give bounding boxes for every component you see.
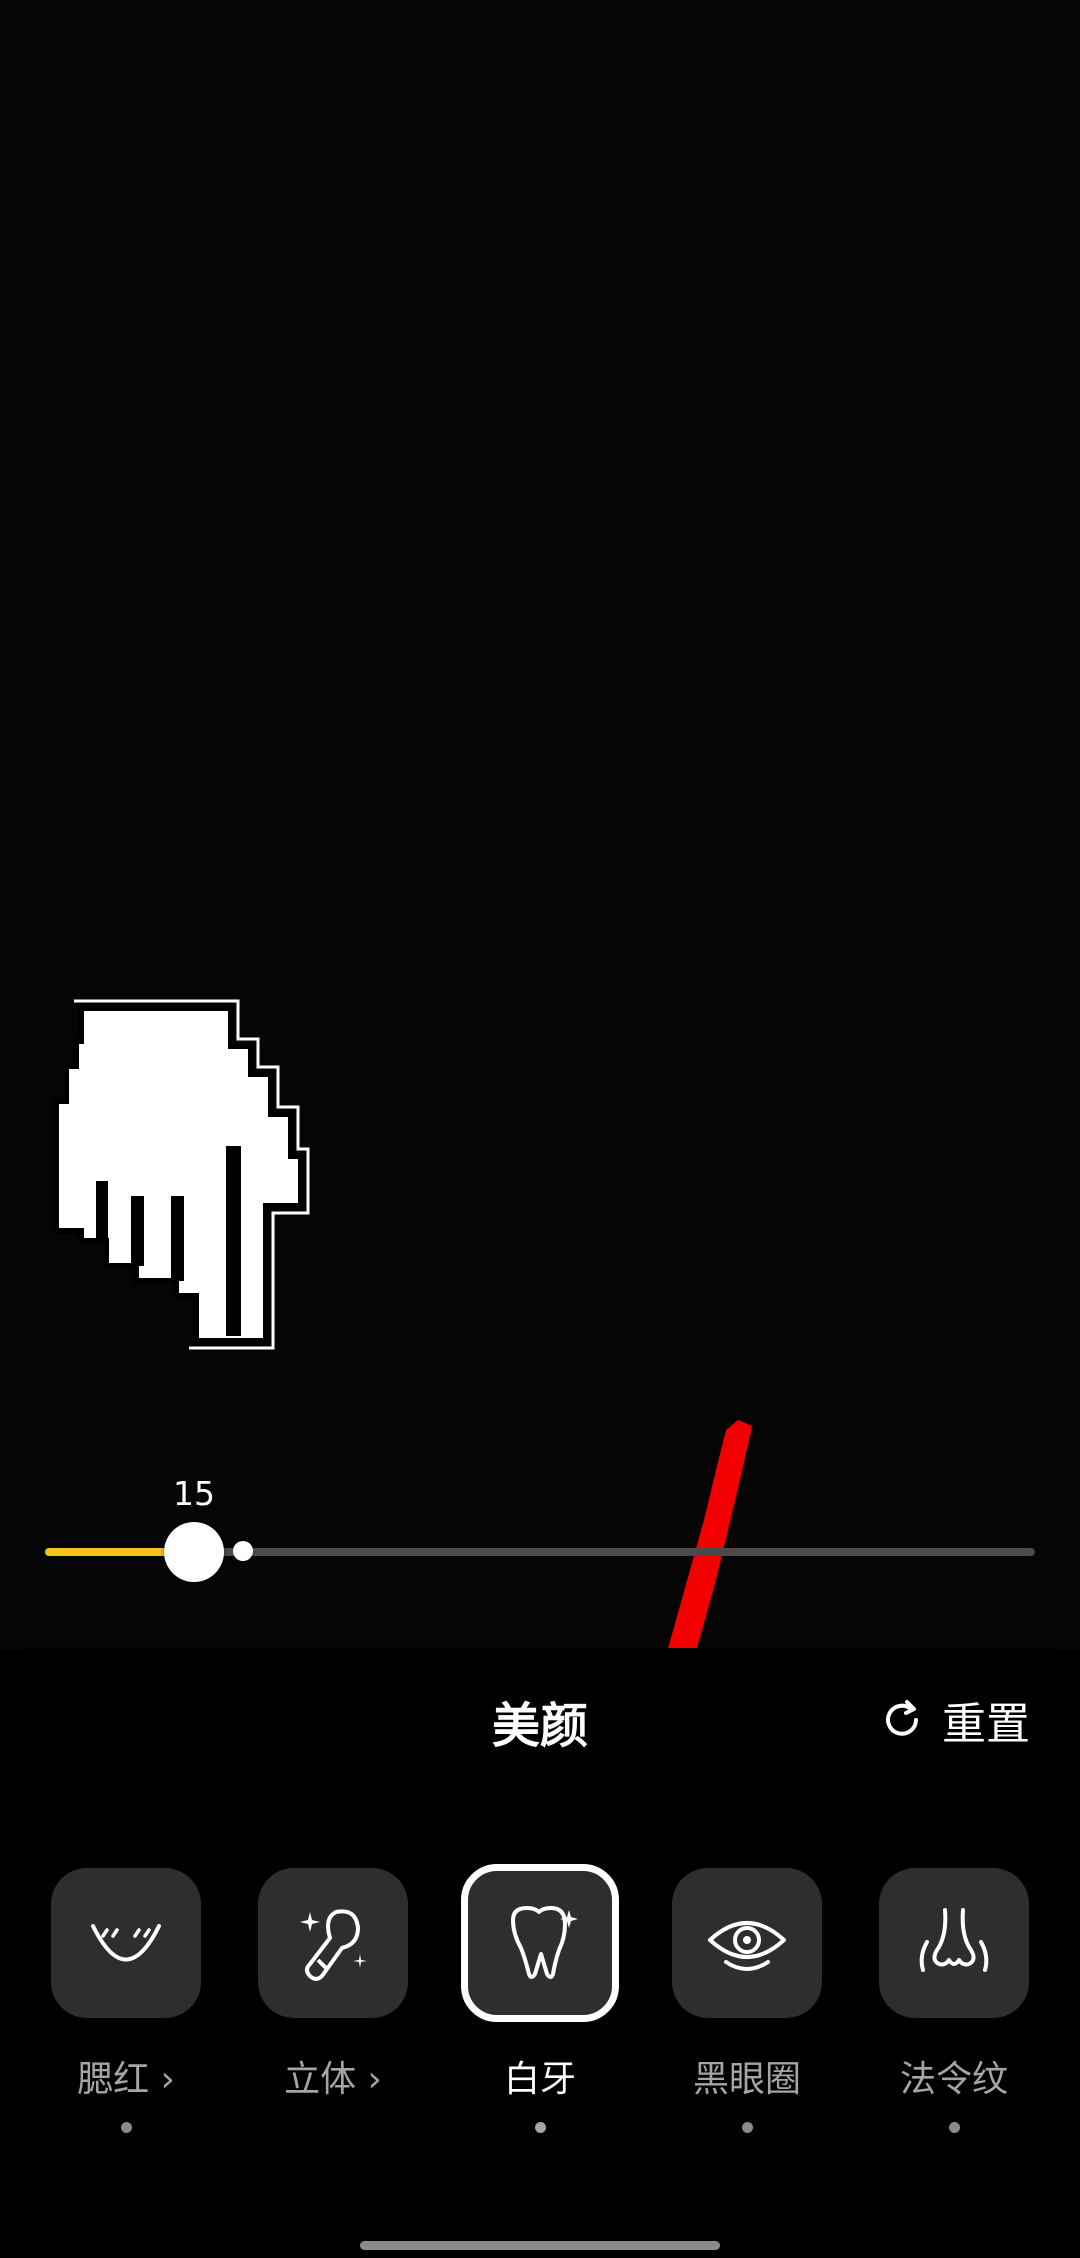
option-indicator-dot (534, 2122, 546, 2133)
tooth-sparkle-icon (511, 1906, 578, 1979)
option-teeth-whitening[interactable]: 白牙 (440, 1864, 640, 2133)
option-tile[interactable] (51, 1868, 201, 2018)
contour-brush-icon (300, 1909, 367, 1981)
slider-default-marker (233, 1541, 253, 1561)
option-tile[interactable] (258, 1868, 408, 2018)
option-indicator-dot (741, 2122, 753, 2133)
beauty-panel: 美颜 重置 腮红 › 立体 › 白牙 黑眼圈 法令纹 (0, 1648, 1080, 2258)
slider-value-label: 15 (173, 1474, 215, 1513)
nose-lines-icon (919, 1908, 989, 1972)
reset-label: 重置 (942, 1699, 1030, 1750)
eye-icon (708, 1921, 786, 1971)
option-label: 白牙 (503, 2059, 576, 2100)
home-indicator[interactable] (360, 2241, 720, 2250)
option-tile[interactable] (461, 1864, 619, 2022)
option-indicator-dot (120, 2122, 132, 2133)
slider-thumb[interactable] (164, 1522, 224, 1582)
option-nasolabial-folds[interactable]: 法令纹 (854, 1868, 1054, 2133)
refresh-icon (886, 1700, 918, 1736)
option-label: 法令纹 (899, 2059, 1008, 2100)
blush-face-icon (91, 1924, 161, 1962)
option-label: 立体 › (284, 2059, 382, 2100)
option-label: 黑眼圈 (692, 2059, 801, 2100)
option-label: 腮红 › (77, 2059, 175, 2100)
option-blush[interactable]: 腮红 › (26, 1868, 226, 2133)
option-contour[interactable]: 立体 › (233, 1868, 433, 2102)
camera-preview (0, 0, 1080, 1650)
option-tile[interactable] (879, 1868, 1029, 2018)
reset-button[interactable]: 重置 (880, 1688, 1030, 1752)
pointing-hand-icon (53, 999, 310, 1350)
option-dark-circles[interactable]: 黑眼圈 (647, 1868, 847, 2133)
intensity-slider[interactable] (45, 1522, 1035, 1582)
option-indicator-dot (948, 2122, 960, 2133)
option-tile[interactable] (672, 1868, 822, 2018)
